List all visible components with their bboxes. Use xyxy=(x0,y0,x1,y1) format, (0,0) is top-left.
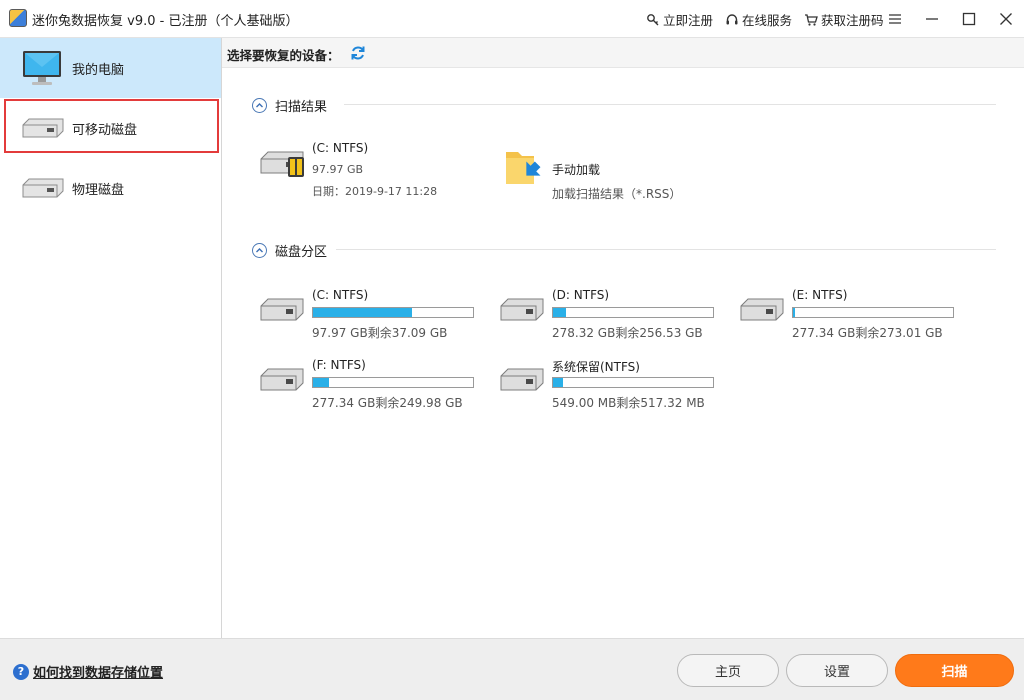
maximize-button[interactable] xyxy=(950,0,987,38)
sidebar-item-removable-disk[interactable]: 可移动磁盘 xyxy=(0,98,221,158)
help-icon: ? xyxy=(13,663,29,680)
online-service-link[interactable]: 在线服务 xyxy=(725,10,792,29)
disk-icon xyxy=(260,368,304,391)
disk-icon xyxy=(260,298,304,321)
partition-tile[interactable]: 系统保留(NTFS) 549.00 MB剩余517.32 MB xyxy=(500,358,720,414)
help-link[interactable]: ? 如何找到数据存储位置 xyxy=(13,662,163,681)
usage-bar-fill xyxy=(553,308,566,317)
partition-tile[interactable]: (C: NTFS) 97.97 GB剩余37.09 GB xyxy=(260,288,480,344)
usage-bar xyxy=(312,377,474,388)
scan-results-header: 扫描结果 xyxy=(252,96,327,115)
partition-info: 549.00 MB剩余517.32 MB xyxy=(552,396,705,410)
usage-bar xyxy=(792,307,954,318)
settings-button[interactable]: 设置 xyxy=(786,654,888,687)
disk-icon xyxy=(500,298,544,321)
select-device-label: 选择要恢复的设备： xyxy=(227,48,340,63)
online-service-label: 在线服务 xyxy=(742,13,793,28)
main-panel: 选择要恢复的设备： 扫描结果 (C: NTFS) 97.97 GB 日期：201… xyxy=(222,38,1024,638)
manual-load-label: 手动加载 xyxy=(552,163,601,177)
manual-load-item[interactable]: 手动加载 加载扫描结果（*.RSS） xyxy=(500,151,720,207)
disk-icon xyxy=(22,178,64,198)
get-code-label: 获取注册码 xyxy=(821,13,884,28)
chevron-up-icon xyxy=(256,103,263,108)
window-title: 迷你兔数据恢复 v9.0 - 已注册（个人基础版） xyxy=(32,14,299,29)
window-controls xyxy=(876,0,1024,38)
result-badge-icon xyxy=(288,157,304,177)
refresh-icon[interactable] xyxy=(350,45,366,61)
sidebar-item-label: 可移动磁盘 xyxy=(72,122,138,138)
sidebar-item-my-computer[interactable]: 我的电脑 xyxy=(0,38,221,98)
usage-bar-fill xyxy=(313,378,329,387)
usage-bar-fill xyxy=(553,378,563,387)
key-icon xyxy=(647,13,659,25)
minimize-icon xyxy=(925,18,938,20)
get-code-link[interactable]: 获取注册码 xyxy=(804,10,884,29)
hamburger-icon xyxy=(888,14,901,24)
partition-name: (C: NTFS) xyxy=(312,288,369,302)
menu-button[interactable] xyxy=(876,0,913,38)
cart-icon xyxy=(805,13,818,26)
partition-info: 278.32 GB剩余256.53 GB xyxy=(552,326,703,340)
headset-icon xyxy=(726,13,738,24)
sidebar: 我的电脑 可移动磁盘 物理磁盘 xyxy=(0,38,222,638)
minimize-button[interactable] xyxy=(913,0,950,38)
section-title: 扫描结果 xyxy=(275,100,328,115)
sidebar-item-label: 我的电脑 xyxy=(72,62,125,78)
partition-name: (F: NTFS) xyxy=(312,358,366,372)
usage-bar-fill xyxy=(793,308,796,317)
close-button[interactable] xyxy=(987,0,1024,38)
usage-bar xyxy=(552,377,714,388)
folder-arrow-icon xyxy=(506,152,541,184)
app-icon xyxy=(9,9,27,27)
section-title: 磁盘分区 xyxy=(275,245,328,260)
section-divider xyxy=(344,104,996,105)
partition-info: 277.34 GB剩余273.01 GB xyxy=(792,326,943,340)
disk-icon xyxy=(740,298,784,321)
close-icon xyxy=(999,13,1012,25)
manual-load-desc: 加载扫描结果（*.RSS） xyxy=(552,187,682,201)
collapse-partitions-button[interactable] xyxy=(252,243,267,258)
sidebar-item-physical-disk[interactable]: 物理磁盘 xyxy=(0,158,221,218)
partition-info: 97.97 GB剩余37.09 GB xyxy=(312,326,448,340)
partition-tile[interactable]: (E: NTFS) 277.34 GB剩余273.01 GB xyxy=(740,288,960,344)
usage-bar xyxy=(552,307,714,318)
scan-result-date: 日期：2019-9-17 11:28 xyxy=(312,185,438,198)
help-link-label: 如何找到数据存储位置 xyxy=(33,666,164,681)
title-links: 立即注册 在线服务 获取注册码 xyxy=(646,10,884,29)
sidebar-item-label: 物理磁盘 xyxy=(72,182,125,198)
home-button[interactable]: 主页 xyxy=(677,654,779,687)
title-bar: 迷你兔数据恢复 v9.0 - 已注册（个人基础版） 立即注册 在线服务 获取注册… xyxy=(0,0,1024,38)
partition-name: (E: NTFS) xyxy=(792,288,848,302)
computer-icon xyxy=(23,51,61,85)
usage-bar xyxy=(312,307,474,318)
partition-tile[interactable]: (F: NTFS) 277.34 GB剩余249.98 GB xyxy=(260,358,480,414)
register-link[interactable]: 立即注册 xyxy=(646,10,713,29)
usage-bar-fill xyxy=(313,308,413,317)
footer-bar: ? 如何找到数据存储位置 主页 设置 扫描 xyxy=(0,638,1024,700)
partition-tile[interactable]: (D: NTFS) 278.32 GB剩余256.53 GB xyxy=(500,288,720,344)
scan-result-name: (C: NTFS) xyxy=(312,141,369,155)
partitions-header: 磁盘分区 xyxy=(252,241,327,260)
chevron-up-icon xyxy=(256,248,263,253)
partition-name: (D: NTFS) xyxy=(552,288,610,302)
collapse-scan-results-button[interactable] xyxy=(252,98,267,113)
scan-result-size: 97.97 GB xyxy=(312,163,364,176)
disk-icon xyxy=(22,118,64,138)
device-toolbar: 选择要恢复的设备： xyxy=(222,38,1024,68)
section-divider xyxy=(336,249,996,250)
scan-result-c[interactable]: (C: NTFS) 97.97 GB 日期：2019-9-17 11:28 xyxy=(260,141,480,198)
partition-name: 系统保留(NTFS) xyxy=(552,360,640,374)
partition-info: 277.34 GB剩余249.98 GB xyxy=(312,396,463,410)
scan-button[interactable]: 扫描 xyxy=(895,654,1014,687)
maximize-icon xyxy=(962,12,975,26)
register-label: 立即注册 xyxy=(663,13,714,28)
disk-icon xyxy=(500,368,544,391)
